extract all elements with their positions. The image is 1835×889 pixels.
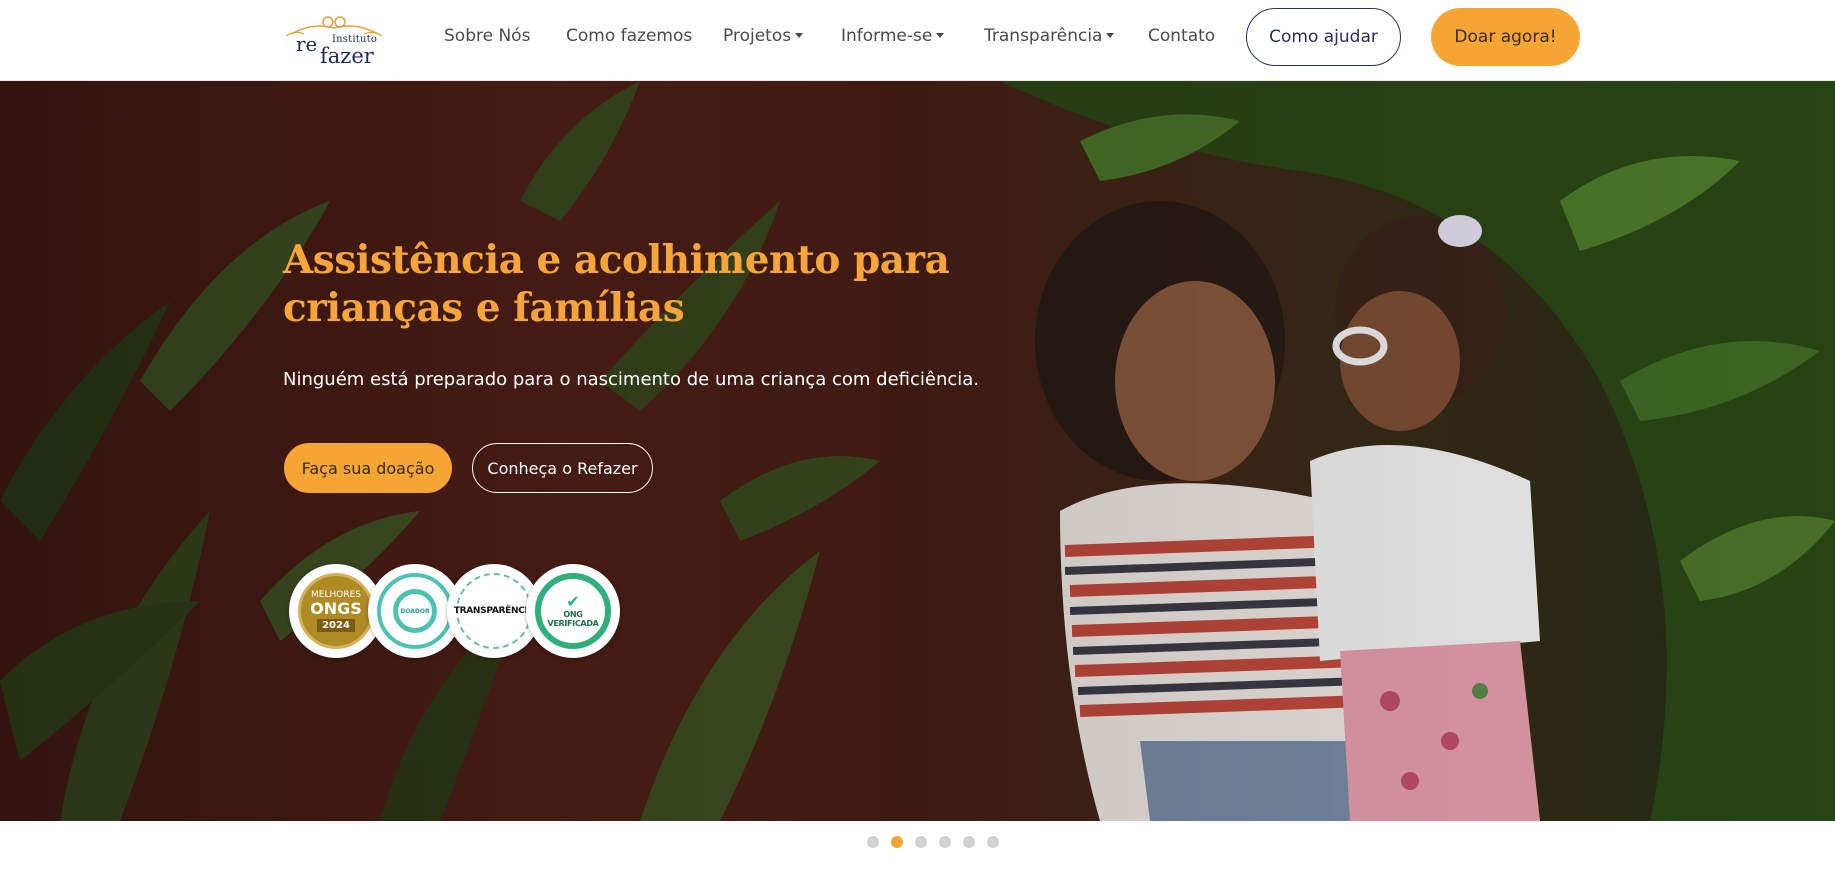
faca-sua-doacao-button[interactable]: Faça sua doação: [284, 443, 452, 493]
caret-down-icon: [936, 33, 945, 38]
conheca-o-refazer-button[interactable]: Conheça o Refazer: [472, 443, 653, 493]
nav-label: Sobre Nós: [444, 26, 531, 46]
verified-badge-icon: ✔ ONG VERIFICADA: [535, 573, 611, 649]
hero-overlay: [0, 81, 1835, 821]
doar-agora-button[interactable]: Doar agora!: [1431, 8, 1580, 66]
hero-subtitle: Ninguém está preparado para o nascimento…: [283, 369, 980, 390]
logo-text-re: re: [296, 32, 318, 56]
hero-banner: Assistência e acolhimento para crianças …: [0, 81, 1835, 821]
nav-projetos-dropdown[interactable]: Projetos: [723, 24, 804, 48]
checkmark-icon: ✔: [566, 592, 580, 611]
certificate-badge-icon: DOADOR: [377, 573, 453, 649]
carousel-dot-4[interactable]: [939, 836, 951, 848]
seal-year: 2024: [317, 619, 355, 632]
carousel-dot-6[interactable]: [987, 836, 999, 848]
ong-verificada-seal[interactable]: ✔ ONG VERIFICADA: [526, 564, 620, 658]
seal-text: TRANSPARÊNCIA: [453, 606, 535, 616]
seal-ring: DOADOR: [393, 589, 437, 633]
nav-transparencia-dropdown[interactable]: Transparência: [984, 24, 1115, 48]
caret-down-icon: [795, 33, 804, 38]
seal-text: ONG VERIFICADA: [547, 610, 599, 628]
nav-label: Informe-se: [841, 26, 933, 46]
nav-como-fazemos[interactable]: Como fazemos: [566, 24, 692, 48]
nav-informe-se-dropdown[interactable]: Informe-se: [841, 24, 945, 48]
carousel-dot-1[interactable]: [867, 836, 879, 848]
nav-sobre-nos[interactable]: Sobre Nós: [444, 24, 530, 48]
nav-label: Como fazemos: [566, 26, 693, 46]
top-navbar: re Instituto fazer Sobre Nós Como fazemo…: [0, 0, 1835, 81]
nav-label: Projetos: [723, 26, 792, 46]
nav-contato[interactable]: Contato: [1148, 24, 1215, 48]
seal-text: ONGS: [310, 599, 362, 618]
carousel-indicators: [867, 836, 999, 848]
instituto-refazer-logo[interactable]: re Instituto fazer: [282, 12, 386, 67]
seal-text: DOADOR: [400, 607, 430, 615]
hero-title: Assistência e acolhimento para crianças …: [283, 237, 950, 331]
melhores-ongs-badge-icon: MELHORES ONGS 2024: [298, 573, 374, 649]
nav-label: Transparência: [984, 26, 1103, 46]
carousel-dot-3[interactable]: [915, 836, 927, 848]
carousel-dot-5[interactable]: [963, 836, 975, 848]
transparency-badge-icon: TRANSPARÊNCIA: [453, 573, 535, 649]
logo-text-fazer: fazer: [320, 44, 374, 68]
carousel-dot-2-active[interactable]: [891, 836, 903, 848]
nav-label: Contato: [1148, 26, 1216, 46]
caret-down-icon: [1106, 33, 1115, 38]
como-ajudar-button[interactable]: Como ajudar: [1246, 8, 1401, 66]
